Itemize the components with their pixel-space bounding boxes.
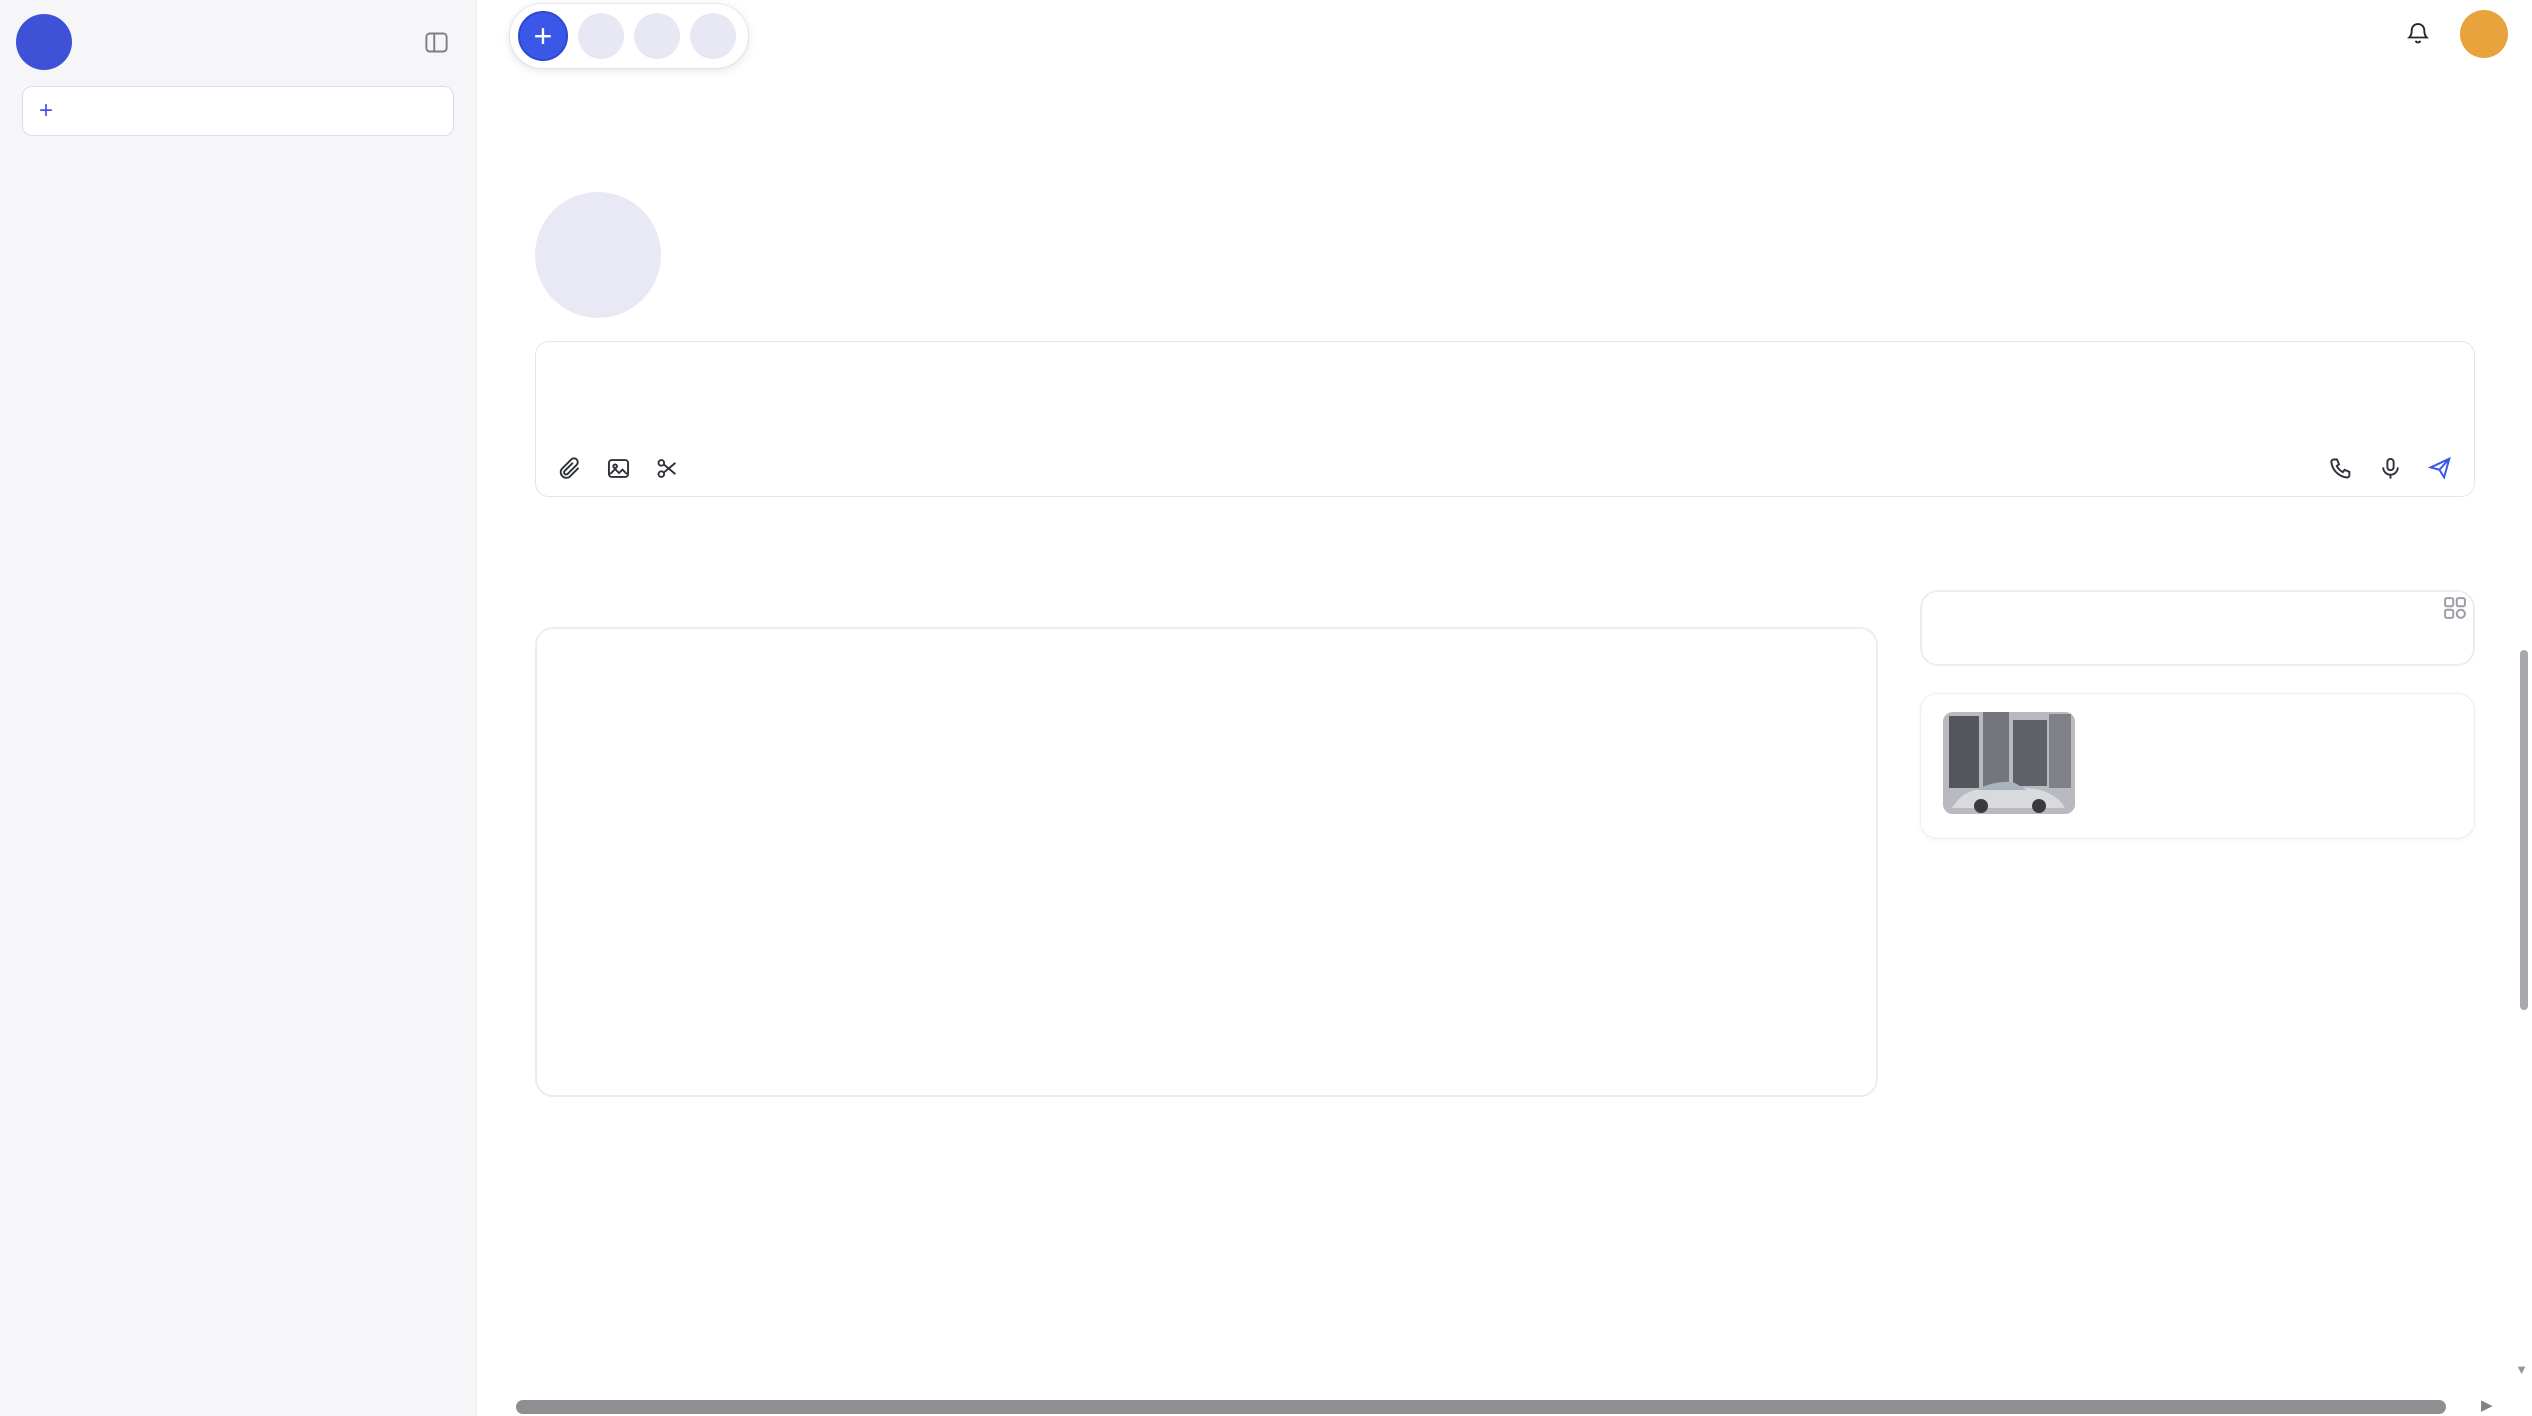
plus-icon: + bbox=[39, 99, 53, 123]
agent-avatar-2[interactable] bbox=[634, 13, 680, 59]
add-agent-button[interactable]: + bbox=[518, 11, 568, 61]
greeting-block bbox=[535, 192, 2475, 318]
microphone-icon[interactable] bbox=[2377, 455, 2404, 482]
attachment-icon[interactable] bbox=[556, 455, 583, 482]
vertical-scrollbar-thumb[interactable] bbox=[2520, 650, 2528, 1010]
scroll-down-arrow-icon[interactable]: ▼ bbox=[2515, 1362, 2528, 1377]
topbar-right bbox=[2404, 10, 2508, 58]
sidebar-scroll-area bbox=[0, 148, 476, 1416]
chat-input[interactable] bbox=[536, 342, 2474, 496]
project-dashboard-card bbox=[535, 627, 1878, 1097]
sidebar-header bbox=[0, 0, 476, 78]
agent-switcher: + bbox=[510, 4, 748, 68]
schedule-card bbox=[1920, 590, 2475, 666]
new-chat-button[interactable]: + bbox=[22, 86, 454, 136]
image-upload-icon[interactable] bbox=[605, 455, 632, 482]
composer-tools-right bbox=[2328, 454, 2454, 482]
layout-grid-icon[interactable] bbox=[2441, 594, 2469, 622]
notification-bell-icon[interactable] bbox=[2404, 20, 2432, 48]
composer-tools-left bbox=[556, 455, 681, 482]
main-content bbox=[535, 0, 2475, 1097]
assistant-avatar bbox=[535, 192, 661, 318]
briefing-left-column bbox=[535, 590, 1878, 1097]
sidebar-collapse-icon[interactable] bbox=[423, 29, 450, 56]
sidebar: + bbox=[0, 0, 477, 1416]
agent-avatar-3[interactable] bbox=[690, 13, 736, 59]
right-column bbox=[1920, 590, 2475, 839]
message-composer bbox=[535, 341, 2475, 497]
scroll-right-arrow-icon[interactable]: ▶ bbox=[2481, 1396, 2493, 1414]
news-thumbnail bbox=[1943, 712, 2075, 814]
app-logo bbox=[16, 14, 72, 70]
briefing-columns bbox=[535, 590, 2475, 1097]
user-avatar[interactable] bbox=[2460, 10, 2508, 58]
news-card[interactable] bbox=[1920, 693, 2475, 839]
horizontal-scrollbar-thumb[interactable] bbox=[516, 1400, 2446, 1414]
app-root: + + bbox=[0, 0, 2532, 1416]
agent-avatar-1[interactable] bbox=[578, 13, 624, 59]
screenshot-scissors-icon[interactable] bbox=[654, 455, 681, 482]
main-area: + bbox=[477, 0, 2532, 1416]
send-icon[interactable] bbox=[2426, 454, 2454, 482]
voice-call-icon[interactable] bbox=[2328, 455, 2355, 482]
